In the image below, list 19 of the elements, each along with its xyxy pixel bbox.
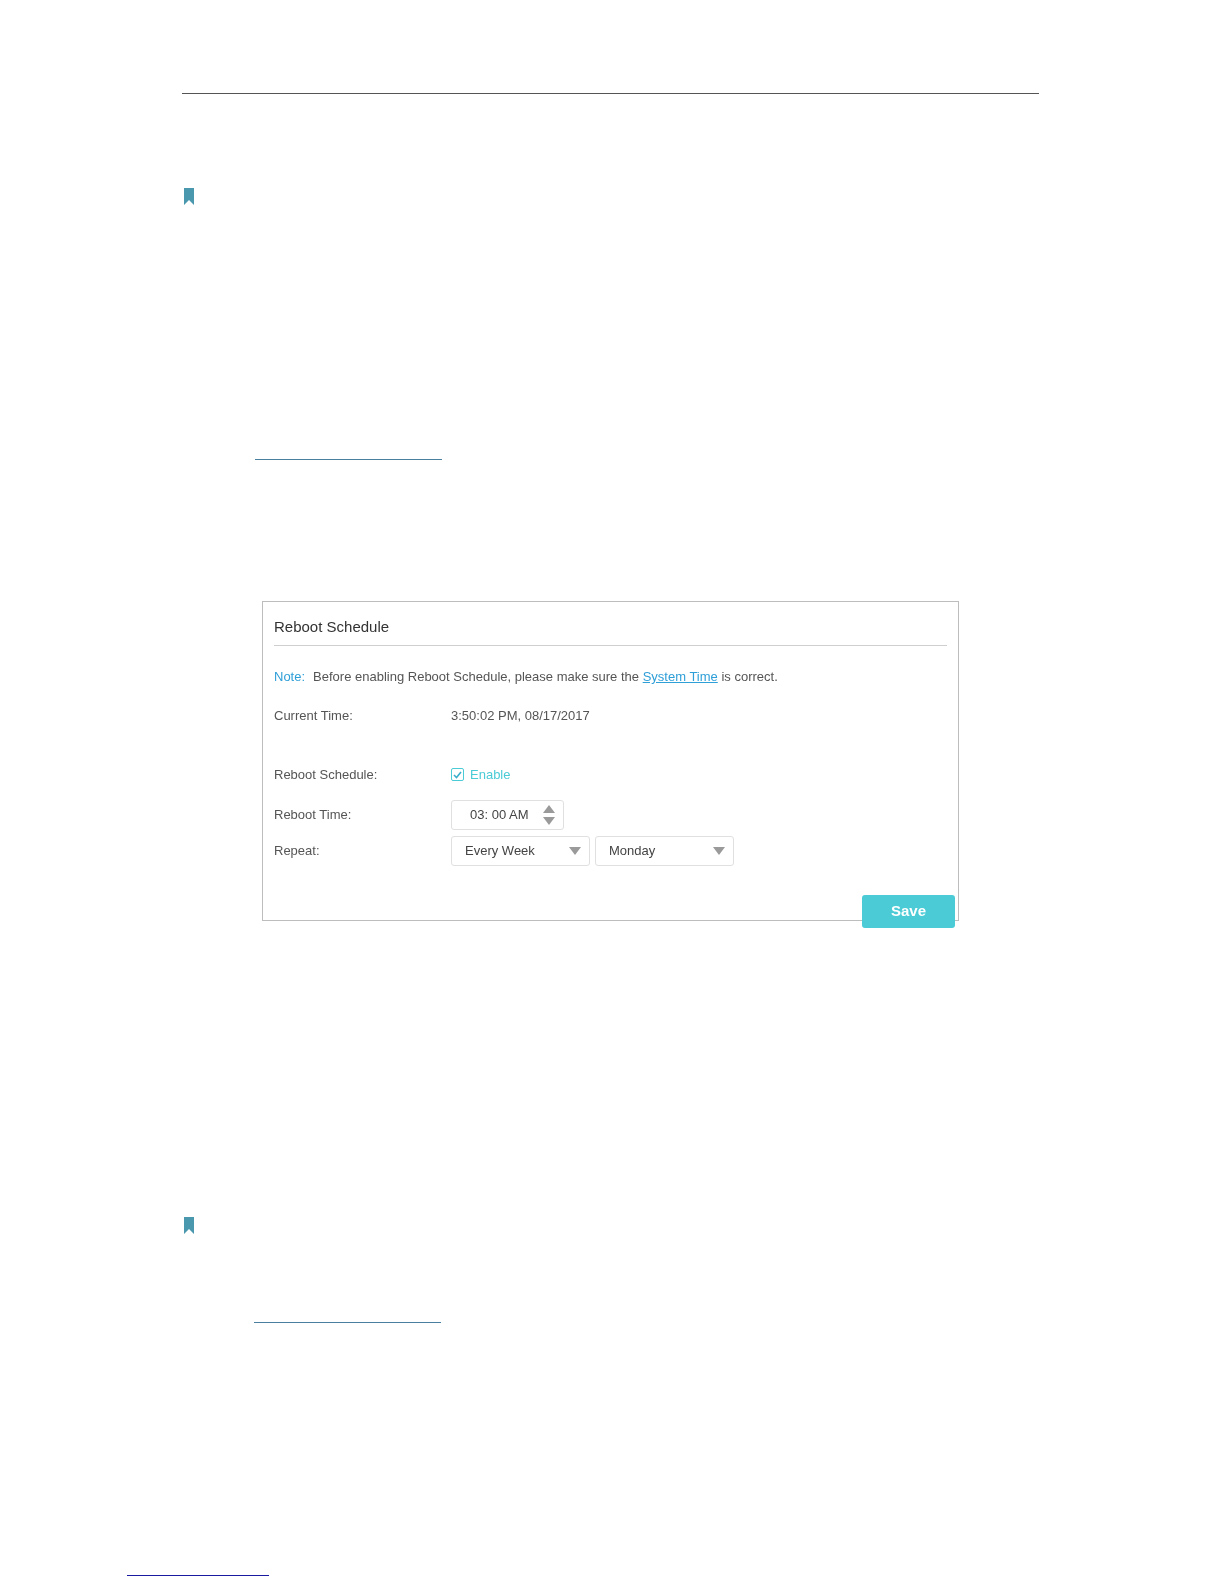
spinner-arrows-icon[interactable] xyxy=(543,803,555,826)
field-label: Reboot Time: xyxy=(274,805,353,824)
caret-icon xyxy=(713,846,725,855)
field-label: Reboot Schedule: xyxy=(274,766,379,784)
caret-icon xyxy=(569,846,581,855)
checkbox-label: Enable xyxy=(470,766,511,784)
time-field[interactable]: 03: 00 AM xyxy=(451,799,564,830)
enable-checkbox[interactable] xyxy=(451,768,464,782)
bookmark-icon xyxy=(184,188,194,205)
note-text: Before enabling Reboot Schedule, please make sure the System Time is correct. xyxy=(313,668,778,686)
dropdown[interactable]: Every Week xyxy=(451,835,590,866)
field-label: Current Time: xyxy=(274,706,354,725)
field-label: Repeat: xyxy=(274,841,321,860)
checkmark-icon xyxy=(453,770,462,779)
dropdown[interactable]: Monday xyxy=(595,835,734,866)
panel-title: Reboot Schedule xyxy=(274,618,390,635)
note-label: Note: xyxy=(274,668,306,686)
current-time-value: 3:50:02 PM, 08/17/2017 xyxy=(451,706,590,725)
bookmark-icon xyxy=(184,1217,194,1234)
